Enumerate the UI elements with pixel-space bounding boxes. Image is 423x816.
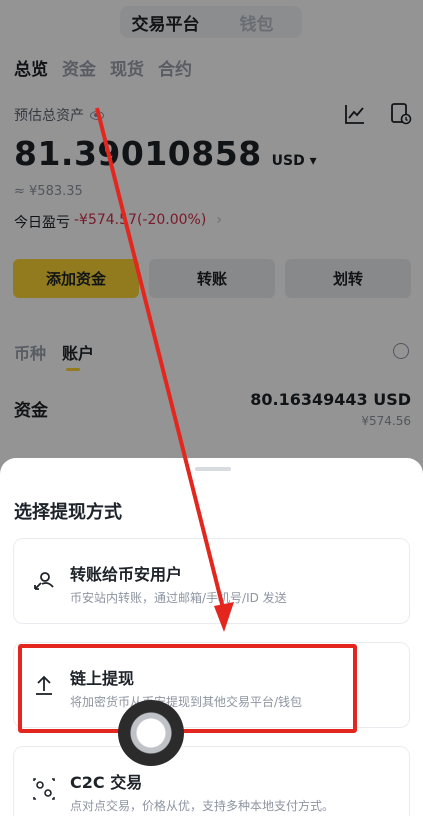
transfer-user-icon <box>34 572 54 590</box>
annotation-highlight-box <box>18 644 357 733</box>
touch-indicator <box>118 700 184 766</box>
option-desc: 点对点交易，价格从优，支持多种本地支付方式。 <box>70 799 335 813</box>
option-desc: 币安站内转账，通过邮箱/手机号/ID 发送 <box>70 591 287 605</box>
sheet-handle[interactable] <box>195 467 231 471</box>
option-title: C2C 交易 <box>70 773 143 792</box>
withdraw-method-sheet: 选择提现方式 转账给币安用户 币安站内转账，通过邮箱/手机号/ID 发送 链上提… <box>0 458 423 816</box>
option-binance-user-transfer[interactable]: 转账给币安用户 币安站内转账，通过邮箱/手机号/ID 发送 <box>13 538 410 624</box>
sheet-title: 选择提现方式 <box>14 502 122 523</box>
c2c-users-icon <box>33 778 55 800</box>
option-title: 转账给币安用户 <box>70 565 183 584</box>
option-c2c-trade[interactable]: C2C 交易 点对点交易，价格从优，支持多种本地支付方式。 <box>13 746 410 816</box>
